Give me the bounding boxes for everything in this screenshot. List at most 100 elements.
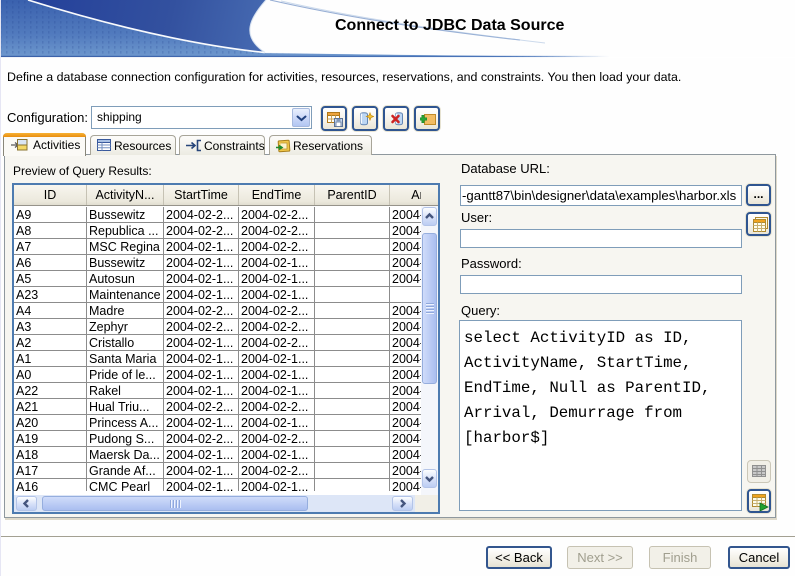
- table-cell: Rakel: [87, 383, 164, 399]
- table-cell: 2004-02-...: [390, 399, 421, 415]
- tab-label: Resources: [114, 139, 171, 153]
- table-cell: 2004-02-2...: [239, 223, 315, 239]
- configuration-combobox[interactable]: shipping: [91, 106, 312, 129]
- table-cell: Maintenance: [87, 287, 164, 303]
- tab-resources[interactable]: Resources: [90, 135, 176, 155]
- table-row[interactable]: A22Rakel2004-02-1...2004-02-1...2004-02-…: [14, 383, 421, 399]
- table-cell: A2: [14, 335, 87, 351]
- scroll-up-button[interactable]: [422, 207, 437, 226]
- table-cell: 2004-02-...: [390, 415, 421, 431]
- table-row[interactable]: A21Hual Triu...2004-02-2...2004-02-2...2…: [14, 399, 421, 415]
- table-row[interactable]: A2Cristallo2004-02-1...2004-02-2...2004-…: [14, 335, 421, 351]
- scroll-left-button[interactable]: [16, 496, 37, 511]
- table-cell: 2004-02-2...: [239, 399, 315, 415]
- table-cell: 2004-02-1...: [164, 447, 239, 463]
- table-cell: 2004-02-...: [390, 255, 421, 271]
- vertical-scrollbar-thumb[interactable]: [422, 233, 437, 384]
- query-label: Query:: [461, 303, 500, 318]
- cancel-button[interactable]: Cancel: [728, 546, 790, 569]
- finish-button[interactable]: Finish: [649, 546, 711, 569]
- scroll-right-button[interactable]: [392, 496, 413, 511]
- table-cell: A7: [14, 239, 87, 255]
- table-row[interactable]: A0Pride of le...2004-02-1...2004-02-1...…: [14, 367, 421, 383]
- query-textarea[interactable]: select ActivityID as ID, ActivityName, S…: [459, 320, 742, 511]
- password-input[interactable]: [460, 275, 742, 294]
- table-row[interactable]: A8Republica ...2004-02-2...2004-02-2...2…: [14, 223, 421, 239]
- choose-table-button[interactable]: [746, 212, 771, 236]
- run-query-button[interactable]: [747, 489, 771, 513]
- table-view-button-disabled[interactable]: [747, 460, 771, 483]
- tab-reservations[interactable]: Reservations: [269, 135, 372, 155]
- table-row[interactable]: A16CMC Pearl2004-02-1...2004-02-1...2004…: [14, 479, 421, 491]
- table-cell: Cristallo: [87, 335, 164, 351]
- table-row[interactable]: A1Santa Maria2004-02-1...2004-02-1...200…: [14, 351, 421, 367]
- save-configuration-button[interactable]: [321, 106, 347, 131]
- table-row[interactable]: A3Zephyr2004-02-2...2004-02-2...2004-02-…: [14, 319, 421, 335]
- table-cell: 2004-02-1...: [239, 415, 315, 431]
- table-cell: A21: [14, 399, 87, 415]
- table-row[interactable]: A18Maersk Da...2004-02-1...2004-02-1...2…: [14, 447, 421, 463]
- table-row[interactable]: A20Princess A...2004-02-1...2004-02-1...…: [14, 415, 421, 431]
- table-cell: 2004-02-1...: [164, 479, 239, 491]
- delete-data-source-button[interactable]: [383, 106, 409, 131]
- tab-label: Activities: [33, 138, 80, 152]
- tab-activities[interactable]: Activities: [3, 133, 86, 156]
- table-row[interactable]: A6Bussewitz2004-02-1...2004-02-1...2004-…: [14, 255, 421, 271]
- table-cell: 2004-02-2...: [239, 463, 315, 479]
- table-cell: [315, 271, 390, 287]
- column-header[interactable]: ActivityN...: [87, 185, 164, 205]
- description-text: Define a database connection configurati…: [7, 70, 681, 84]
- table-row[interactable]: A9Bussewitz2004-02-2...2004-02-2...2004-…: [14, 207, 421, 223]
- horizontal-scrollbar[interactable]: [14, 495, 415, 512]
- table-cell: 2004-02-...: [390, 367, 421, 383]
- table-cell: A22: [14, 383, 87, 399]
- table-row[interactable]: A7MSC Regina2004-02-1...2004-02-2...2004…: [14, 239, 421, 255]
- table-cell: CMC Pearl: [87, 479, 164, 491]
- column-header[interactable]: StartTime: [164, 185, 239, 205]
- vertical-scrollbar[interactable]: [421, 206, 438, 495]
- table-cell: A17: [14, 463, 87, 479]
- tab-constraints[interactable]: Constraints: [179, 135, 265, 155]
- table-cell: [315, 223, 390, 239]
- table-row[interactable]: A5Autosun2004-02-1...2004-02-1...2004-02…: [14, 271, 421, 287]
- column-header[interactable]: ID: [14, 185, 87, 205]
- table-header-row[interactable]: IDActivityN...StartTimeEndTimeParentIDAr…: [14, 185, 421, 206]
- table-cell: [315, 415, 390, 431]
- column-header[interactable]: ParentID: [315, 185, 390, 205]
- footer-separator: [0, 536, 795, 537]
- next-button[interactable]: Next >>: [567, 546, 633, 569]
- horizontal-scrollbar-thumb[interactable]: [42, 496, 308, 511]
- table-row[interactable]: A23Maintenance2004-02-1...2004-02-1...: [14, 287, 421, 303]
- table-cell: 2004-02-...: [390, 239, 421, 255]
- table-cell: Madre: [87, 303, 164, 319]
- table-row[interactable]: A17Grande Af...2004-02-1...2004-02-2...2…: [14, 463, 421, 479]
- database-url-input[interactable]: [460, 185, 742, 206]
- table-cell: Republica ...: [87, 223, 164, 239]
- scroll-down-button[interactable]: [422, 469, 437, 488]
- tab-label: Reservations: [293, 139, 363, 153]
- table-cell: 2004-02-2...: [164, 431, 239, 447]
- scrollbar-corner: [415, 495, 438, 512]
- user-input[interactable]: [460, 229, 742, 248]
- table-row[interactable]: A4Madre2004-02-2...2004-02-2...2004-02-.…: [14, 303, 421, 319]
- constraints-icon: [186, 139, 202, 155]
- table-cell: 2004-02-...: [390, 207, 421, 223]
- column-header[interactable]: EndTime: [239, 185, 315, 205]
- browse-button[interactable]: ...: [746, 184, 771, 206]
- new-data-source-button[interactable]: [352, 106, 378, 131]
- table-cell: MSC Regina: [87, 239, 164, 255]
- table-cell: 2004-02-...: [390, 319, 421, 335]
- combobox-dropdown-button[interactable]: [292, 108, 310, 127]
- table-cell: [315, 351, 390, 367]
- column-header[interactable]: Arrival: [390, 185, 421, 205]
- table-cell: [315, 383, 390, 399]
- table-cell: 2004-02-1...: [239, 351, 315, 367]
- table-row[interactable]: A19Pudong S...2004-02-2...2004-02-2...20…: [14, 431, 421, 447]
- table-cell: 2004-02-...: [390, 383, 421, 399]
- table-cell: 2004-02-2...: [239, 335, 315, 351]
- table-cell: 2004-02-2...: [164, 207, 239, 223]
- add-configuration-button[interactable]: [414, 106, 440, 131]
- back-button[interactable]: << Back: [486, 546, 552, 569]
- table-cell: 2004-02-2...: [239, 207, 315, 223]
- configuration-value: shipping: [97, 110, 142, 124]
